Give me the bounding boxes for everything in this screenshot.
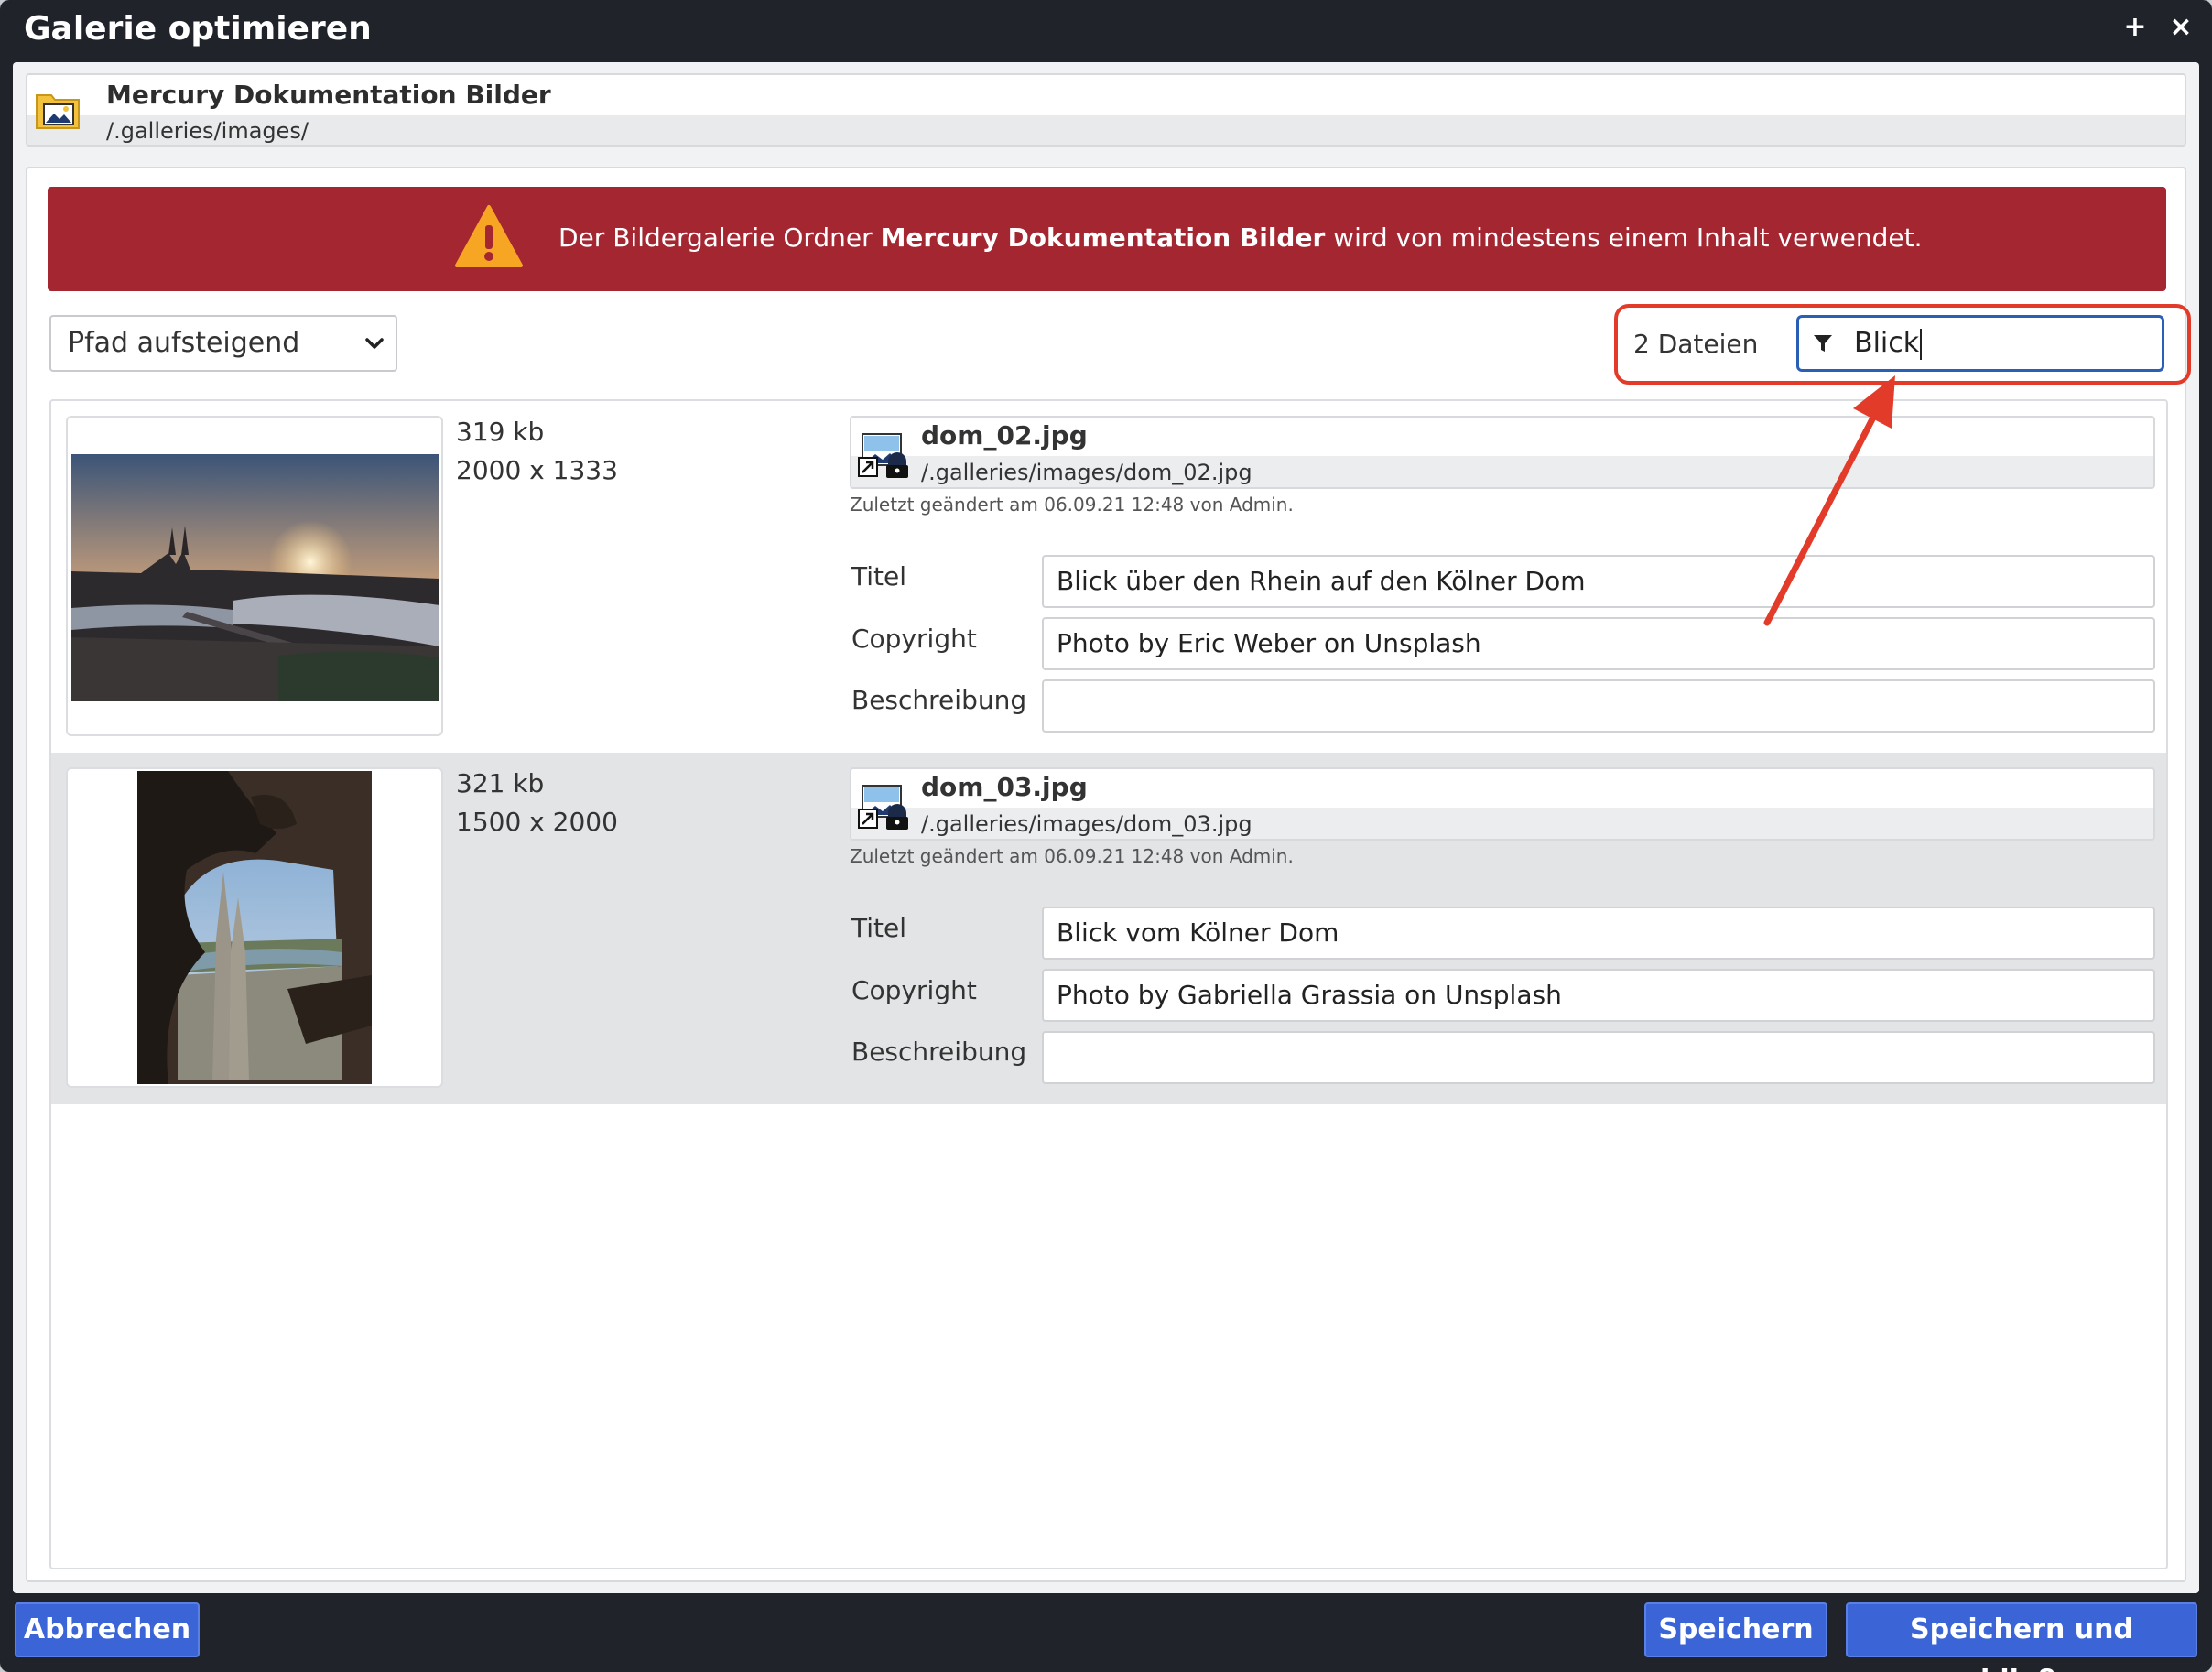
filter-icon xyxy=(1814,335,1832,352)
file-path: /.galleries/images/dom_03.jpg xyxy=(921,811,1252,837)
title-label: Titel xyxy=(851,561,907,592)
last-modified: Zuletzt geändert am 06.09.21 12:48 von A… xyxy=(850,494,1294,516)
dialog-titlebar: Galerie optimieren + × xyxy=(0,0,2212,62)
file-name: dom_02.jpg xyxy=(921,420,1088,451)
last-modified: Zuletzt geändert am 06.09.21 12:48 von A… xyxy=(850,845,1294,867)
warning-message: Der Bildergalerie Ordner Mercury Dokumen… xyxy=(558,221,1923,255)
image-thumbnail[interactable] xyxy=(66,767,443,1088)
save-button[interactable]: Speichern xyxy=(1644,1602,1827,1657)
copyright-label: Copyright xyxy=(851,624,977,654)
file-count: 2 Dateien xyxy=(1633,329,1759,359)
filter-input[interactable]: Blick xyxy=(1796,315,2164,372)
description-label: Beschreibung xyxy=(851,1037,1027,1067)
image-row: 319 kb 2000 x 1333 dom_02.jpg /.gallerie… xyxy=(51,401,2166,753)
image-dimensions: 2000 x 1333 xyxy=(456,455,618,485)
usage-warning-alert: Der Bildergalerie Ordner Mercury Dokumen… xyxy=(48,187,2166,291)
image-link-icon xyxy=(858,433,908,478)
folder-path-strip xyxy=(27,115,2185,145)
dialog-body: Mercury Dokumentation Bilder /.galleries… xyxy=(13,62,2199,1593)
description-input[interactable] xyxy=(1042,679,2155,733)
gallery-optimize-dialog: Galerie optimieren + × Mercury Dokumenta… xyxy=(0,0,2212,1672)
file-name: dom_03.jpg xyxy=(921,772,1088,802)
dialog-title: Galerie optimieren xyxy=(24,10,372,48)
maximize-icon[interactable]: + xyxy=(2117,9,2153,46)
cancel-button[interactable]: Abbrechen xyxy=(15,1602,200,1657)
image-row: 321 kb 1500 x 2000 dom_03.jpg /.gallerie… xyxy=(51,753,2166,1104)
title-label: Titel xyxy=(851,913,907,943)
file-info[interactable]: dom_03.jpg /.galleries/images/dom_03.jpg xyxy=(850,767,2155,841)
folder-name: Mercury Dokumentation Bilder xyxy=(106,80,551,110)
image-link-icon xyxy=(858,785,908,830)
copyright-input[interactable]: Photo by Eric Weber on Unsplash xyxy=(1042,617,2155,670)
sort-selected-value: Pfad aufsteigend xyxy=(68,327,300,359)
copyright-label: Copyright xyxy=(851,975,977,1005)
image-folder-icon xyxy=(36,94,80,129)
warning-icon xyxy=(455,205,523,267)
warning-folder-name: Mercury Dokumentation Bilder xyxy=(880,223,1326,253)
title-input[interactable]: Blick über den Rhein auf den Kölner Dom xyxy=(1042,555,2155,608)
image-file-size: 319 kb xyxy=(456,417,545,447)
image-thumbnail[interactable] xyxy=(66,416,443,736)
close-icon[interactable]: × xyxy=(2163,9,2199,46)
title-input[interactable]: Blick vom Kölner Dom xyxy=(1042,907,2155,960)
copyright-input[interactable]: Photo by Gabriella Grassia on Unsplash xyxy=(1042,969,2155,1022)
save-and-close-button[interactable]: Speichern und schließen xyxy=(1846,1602,2197,1672)
file-info[interactable]: dom_02.jpg /.galleries/images/dom_02.jpg xyxy=(850,416,2155,489)
file-path: /.galleries/images/dom_02.jpg xyxy=(921,460,1252,485)
filter-value: Blick xyxy=(1854,327,1920,359)
image-file-size: 321 kb xyxy=(456,768,545,798)
chevron-down-icon xyxy=(365,338,384,349)
warning-text-end: wird von mindestens einem Inhalt verwend… xyxy=(1325,223,1923,253)
folder-info: Mercury Dokumentation Bilder /.galleries… xyxy=(26,73,2186,147)
warning-text-start: Der Bildergalerie Ordner xyxy=(558,223,881,253)
folder-path: /.galleries/images/ xyxy=(106,118,309,144)
description-input[interactable] xyxy=(1042,1031,2155,1084)
description-label: Beschreibung xyxy=(851,685,1027,715)
text-caret xyxy=(1920,328,1923,360)
cathedral-view-image xyxy=(137,771,372,1084)
sort-order-select[interactable]: Pfad aufsteigend xyxy=(49,315,397,372)
image-list: 319 kb 2000 x 1333 dom_02.jpg /.gallerie… xyxy=(49,399,2168,1569)
cityscape-sunset-image xyxy=(71,454,439,701)
gallery-panel: Der Bildergalerie Ordner Mercury Dokumen… xyxy=(26,167,2191,1582)
image-dimensions: 1500 x 2000 xyxy=(456,807,618,837)
